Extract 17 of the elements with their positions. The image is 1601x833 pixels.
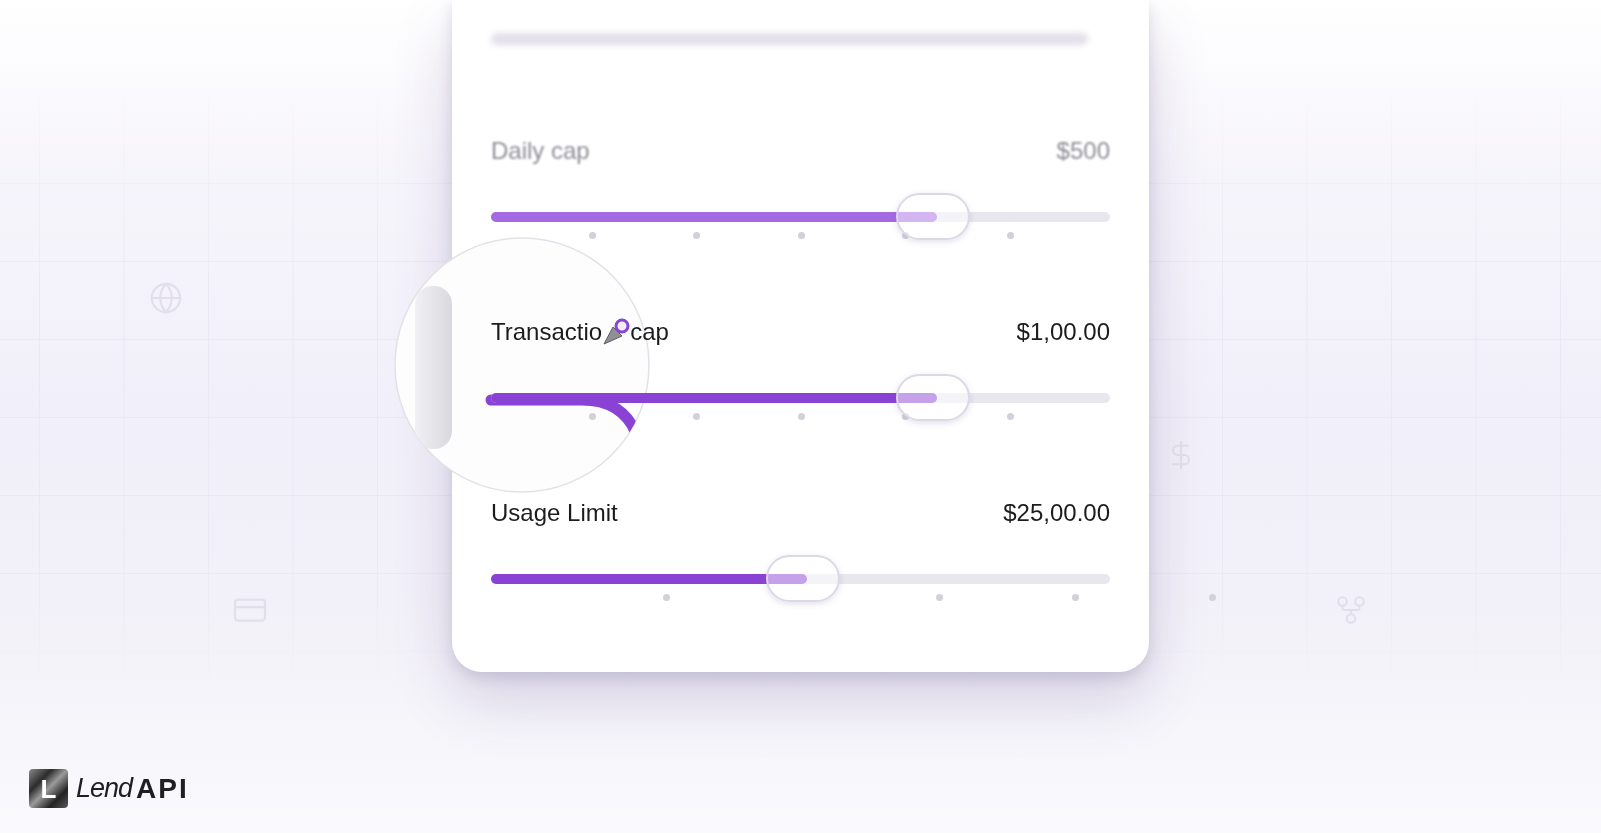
cursor-icon [602,318,631,346]
logo-text: API [136,774,189,803]
slider-track[interactable] [491,392,1110,403]
logo-mark: L [29,769,68,808]
slider-label: Usage Limit [491,498,618,528]
slider-value: $25,00.00 [1003,498,1110,528]
slider-value: $1,00.00 [1016,317,1110,347]
slider-thumb[interactable] [895,374,970,421]
slider-thumb[interactable] [765,555,840,602]
slider-value: $500 [1056,136,1110,166]
slider-label: Transactio [491,317,603,347]
slider-track[interactable] [491,211,1110,222]
logo-text: Lend [76,775,133,802]
slider-track[interactable] [491,573,1110,584]
slider-label: Daily cap [491,136,590,166]
slider-thumb[interactable] [895,193,970,240]
slider-label: cap [630,317,669,347]
